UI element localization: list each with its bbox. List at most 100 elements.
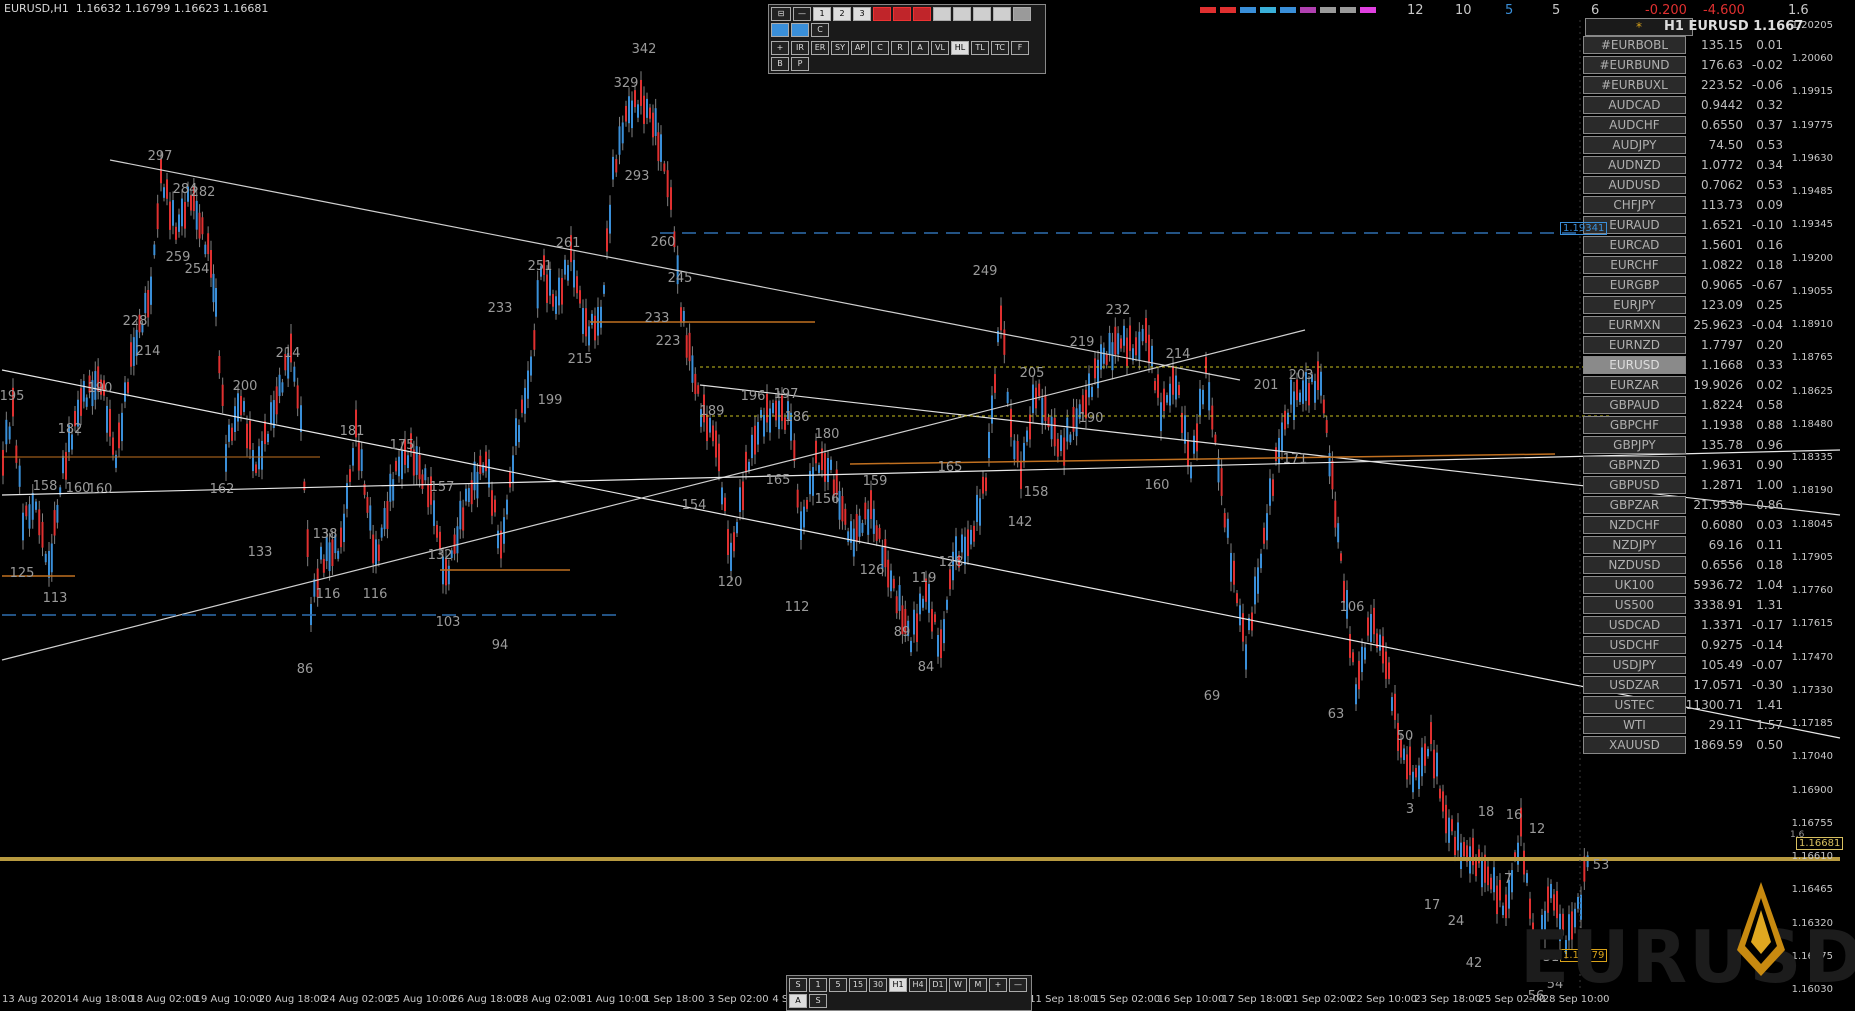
pair-button[interactable]: EURGBP (1583, 276, 1686, 294)
pair-button[interactable]: GBPNZD (1583, 456, 1686, 474)
pair-button[interactable]: NZDUSD (1583, 556, 1686, 574)
toolbar-btn-r1-14[interactable] (791, 23, 809, 37)
pair-button[interactable]: USTEC (1583, 696, 1686, 714)
pair-price: 0.9065 (1701, 278, 1744, 292)
toolbar-btn-tl[interactable]: TL (971, 41, 989, 55)
timeframe-btn-12[interactable]: A (789, 994, 807, 1008)
pair-button[interactable]: USDJPY (1583, 656, 1686, 674)
toolbar-btn-r1-10[interactable] (973, 7, 991, 21)
pair-button[interactable]: UK100 (1583, 576, 1686, 594)
toolbar-btn-r1-9[interactable] (953, 7, 971, 21)
pair-button[interactable]: GBPJPY (1583, 436, 1686, 454)
pair-button[interactable]: EURUSD (1583, 356, 1686, 374)
pair-button[interactable]: CHFJPY (1583, 196, 1686, 214)
candle-body (1331, 460, 1334, 490)
toolbar-btn-ir[interactable]: IR (791, 41, 809, 55)
toolbar-btn-r1-7[interactable] (913, 7, 931, 21)
timeframe-btn-11[interactable]: — (1009, 978, 1027, 992)
pair-button[interactable]: GBPZAR (1583, 496, 1686, 514)
toolbar-btn-r1-11[interactable] (993, 7, 1011, 21)
pair-button[interactable]: GBPUSD (1583, 476, 1686, 494)
toolbar-btn-r1-0[interactable]: ⊟ (771, 7, 791, 21)
toolbar-btn-b[interactable]: B (771, 57, 789, 71)
timeframe-btn-1[interactable]: 1 (809, 978, 827, 992)
pair-button[interactable]: GBPAUD (1583, 396, 1686, 414)
timeframe-btn-5[interactable]: H1 (889, 978, 907, 992)
timeframe-btn-4[interactable]: 30 (869, 978, 887, 992)
pair-button[interactable]: NZDJPY (1583, 536, 1686, 554)
pair-button[interactable]: AUDCAD (1583, 96, 1686, 114)
pair-button[interactable]: NZDCHF (1583, 516, 1686, 534)
pair-button[interactable]: GBPCHF (1583, 416, 1686, 434)
pair-button[interactable]: EURCAD (1583, 236, 1686, 254)
candle-body (1302, 380, 1304, 404)
swatch-gray[interactable] (1320, 7, 1336, 13)
swatch-red[interactable] (1220, 7, 1236, 13)
timeframe-btn-7[interactable]: D1 (929, 978, 947, 992)
swatch-blue[interactable] (1280, 7, 1296, 13)
price-chart[interactable]: 195182158 1601601251131902142282972842822… (0, 0, 1855, 1011)
pair-button[interactable]: EURMXN (1583, 316, 1686, 334)
toolbar-btn-vl[interactable]: VL (931, 41, 949, 55)
pair-button[interactable]: WTI (1583, 716, 1686, 734)
candle-body (1178, 385, 1180, 395)
pair-button[interactable]: EURZAR (1583, 376, 1686, 394)
pair-button[interactable]: XAUUSD (1583, 736, 1686, 754)
toolbar-btn-r1-4[interactable]: 3 (853, 7, 871, 21)
swing-label: 197 (774, 387, 799, 402)
pair-button[interactable]: AUDNZD (1583, 156, 1686, 174)
pair-button[interactable]: AUDJPY (1583, 136, 1686, 154)
toolbar-btn-r[interactable]: R (891, 41, 909, 55)
pair-button[interactable]: USDCHF (1583, 636, 1686, 654)
timeframe-btn-9[interactable]: M (969, 978, 987, 992)
toolbar-btn-r1-2[interactable]: 1 (813, 7, 831, 21)
swatch-magenta[interactable] (1300, 7, 1316, 13)
pair-button[interactable]: EURJPY (1583, 296, 1686, 314)
timeframe-btn-2[interactable]: 5 (829, 978, 847, 992)
candle-body (1236, 593, 1238, 604)
pair-row: EURNZD 1.7797 0.20 (1583, 336, 1783, 354)
timeframe-btn-6[interactable]: H4 (909, 978, 927, 992)
timeframe-btn-0[interactable]: S (789, 978, 807, 992)
toolbar-btn-c[interactable]: C (871, 41, 889, 55)
toolbar-btn-f[interactable]: F (1011, 41, 1029, 55)
pair-button[interactable]: USDCAD (1583, 616, 1686, 634)
pair-button[interactable]: AUDUSD (1583, 176, 1686, 194)
pair-button[interactable]: EURCHF (1583, 256, 1686, 274)
toolbar-btn-a[interactable]: A (911, 41, 929, 55)
swatch-cyan[interactable] (1260, 7, 1276, 13)
pair-button[interactable]: #EURBUND (1583, 56, 1686, 74)
pair-button[interactable]: #EURBOBL (1583, 36, 1686, 54)
toolbar-btn-r1-1[interactable]: — (793, 7, 811, 21)
pair-button[interactable]: #EURBUXL (1583, 76, 1686, 94)
timeframe-btn-10[interactable]: + (989, 978, 1007, 992)
toolbar-btn-r1-12[interactable] (1013, 7, 1031, 21)
toolbar-btn-+[interactable]: + (771, 41, 789, 55)
toolbar-btn-ap[interactable]: AP (851, 41, 869, 55)
pair-button[interactable]: EURNZD (1583, 336, 1686, 354)
toolbar-btn-r1-13[interactable] (771, 23, 789, 37)
toolbar-btn-r1-15[interactable]: C (811, 23, 829, 37)
pair-button[interactable]: US500 (1583, 596, 1686, 614)
swatch-blue[interactable] (1240, 7, 1256, 13)
toolbar-btn-r1-3[interactable]: 2 (833, 7, 851, 21)
timeframe-btn-3[interactable]: 15 (849, 978, 867, 992)
candle-body (870, 490, 872, 519)
swatch-red[interactable] (1200, 7, 1216, 13)
toolbar-btn-r1-5[interactable] (873, 7, 891, 21)
toolbar-btn-r1-8[interactable] (933, 7, 951, 21)
toolbar-btn-tc[interactable]: TC (991, 41, 1009, 55)
pair-button[interactable]: AUDCHF (1583, 116, 1686, 134)
toolbar-btn-r1-6[interactable] (893, 7, 911, 21)
candle-body (340, 527, 342, 548)
candle-body (1412, 771, 1414, 793)
toolbar-btn-er[interactable]: ER (811, 41, 829, 55)
swatch-gray[interactable] (1340, 7, 1356, 13)
timeframe-btn-13[interactable]: S (809, 994, 827, 1008)
pair-button[interactable]: USDZAR (1583, 676, 1686, 694)
toolbar-btn-p[interactable]: P (791, 57, 809, 71)
timeframe-btn-8[interactable]: W (949, 978, 967, 992)
toolbar-btn-hl[interactable]: HL (951, 41, 969, 55)
toolbar-btn-sy[interactable]: SY (831, 41, 849, 55)
swatch-magenta[interactable] (1360, 7, 1376, 13)
